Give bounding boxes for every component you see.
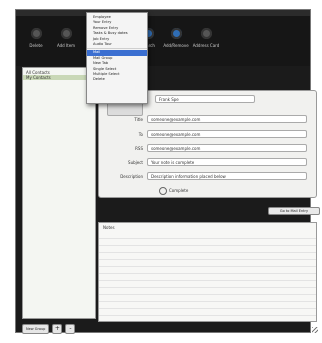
rss-field[interactable]: someone@example.com (147, 144, 307, 152)
subject-label: Subject (128, 160, 143, 165)
new-group-button[interactable]: New Group (22, 324, 50, 334)
notes-line[interactable] (99, 253, 316, 260)
dropdown-menu: Employee Your Entry Remove Entry Tasks &… (86, 12, 148, 104)
complete-label: Complete (169, 188, 189, 193)
add-item-button[interactable]: Add Item (52, 28, 80, 48)
complete-toggle[interactable]: Complete (159, 187, 188, 195)
to-label: To (138, 132, 143, 137)
notes-panel: Notes (98, 222, 317, 322)
toolbar: Delete Add Item Search Add/Remove Addres… (16, 16, 310, 66)
notes-line[interactable] (99, 267, 316, 274)
plus-icon (60, 28, 72, 39)
name-field[interactable]: Frank Spe (155, 95, 255, 103)
notes-line[interactable] (99, 281, 316, 288)
checkmark-icon (159, 187, 167, 195)
menu-item-delete[interactable]: Delete (87, 77, 147, 82)
notes-line[interactable] (99, 232, 316, 239)
sidebar-controls: New Group + - (22, 324, 76, 334)
menu-item-audio-tour[interactable]: Audio Tour (87, 42, 147, 47)
notes-line[interactable] (99, 302, 316, 309)
notes-line[interactable] (99, 288, 316, 295)
description-label: Description (120, 174, 143, 179)
add-remove-button[interactable]: Add/Remove (162, 28, 190, 48)
sidebar: All Contacts My Contacts (22, 67, 96, 319)
notes-label: Notes (103, 225, 115, 230)
remove-group-button[interactable]: - (65, 324, 76, 334)
address-card-button[interactable]: Address Card (192, 28, 220, 48)
delete-button-label: Delete (29, 43, 43, 48)
add-group-button[interactable]: + (52, 324, 63, 334)
app-window: Delete Add Item Search Add/Remove Addres… (15, 9, 320, 334)
to-field[interactable]: someone@example.com (147, 130, 307, 138)
subject-field[interactable]: Your note is complete (147, 158, 307, 166)
notes-line[interactable] (99, 246, 316, 253)
resize-handle[interactable] (312, 327, 318, 333)
address-card-button-label: Address Card (192, 43, 220, 48)
add-item-button-label: Add Item (56, 43, 76, 48)
description-field[interactable]: Description information placed below (147, 172, 307, 180)
card-icon (200, 28, 212, 39)
trash-icon (30, 28, 42, 39)
notes-line[interactable] (99, 260, 316, 267)
go-to-mail-entry-button[interactable]: Go to Mail Entry (268, 207, 320, 215)
title-label: Title (134, 117, 143, 122)
detail-panel: Frank Spe Title someone@example.com To s… (98, 90, 317, 198)
delete-button[interactable]: Delete (22, 28, 50, 48)
sidebar-item-my-contacts[interactable]: My Contacts (23, 75, 95, 80)
people-icon (170, 28, 182, 39)
menu-separator (87, 48, 147, 50)
notes-line[interactable] (99, 295, 316, 302)
add-remove-button-label: Add/Remove (163, 43, 189, 48)
notes-line[interactable] (99, 274, 316, 281)
notes-line[interactable] (99, 309, 316, 316)
title-field[interactable]: someone@example.com (147, 115, 307, 123)
notes-line[interactable] (99, 239, 316, 246)
rss-label: RSS (135, 146, 143, 151)
